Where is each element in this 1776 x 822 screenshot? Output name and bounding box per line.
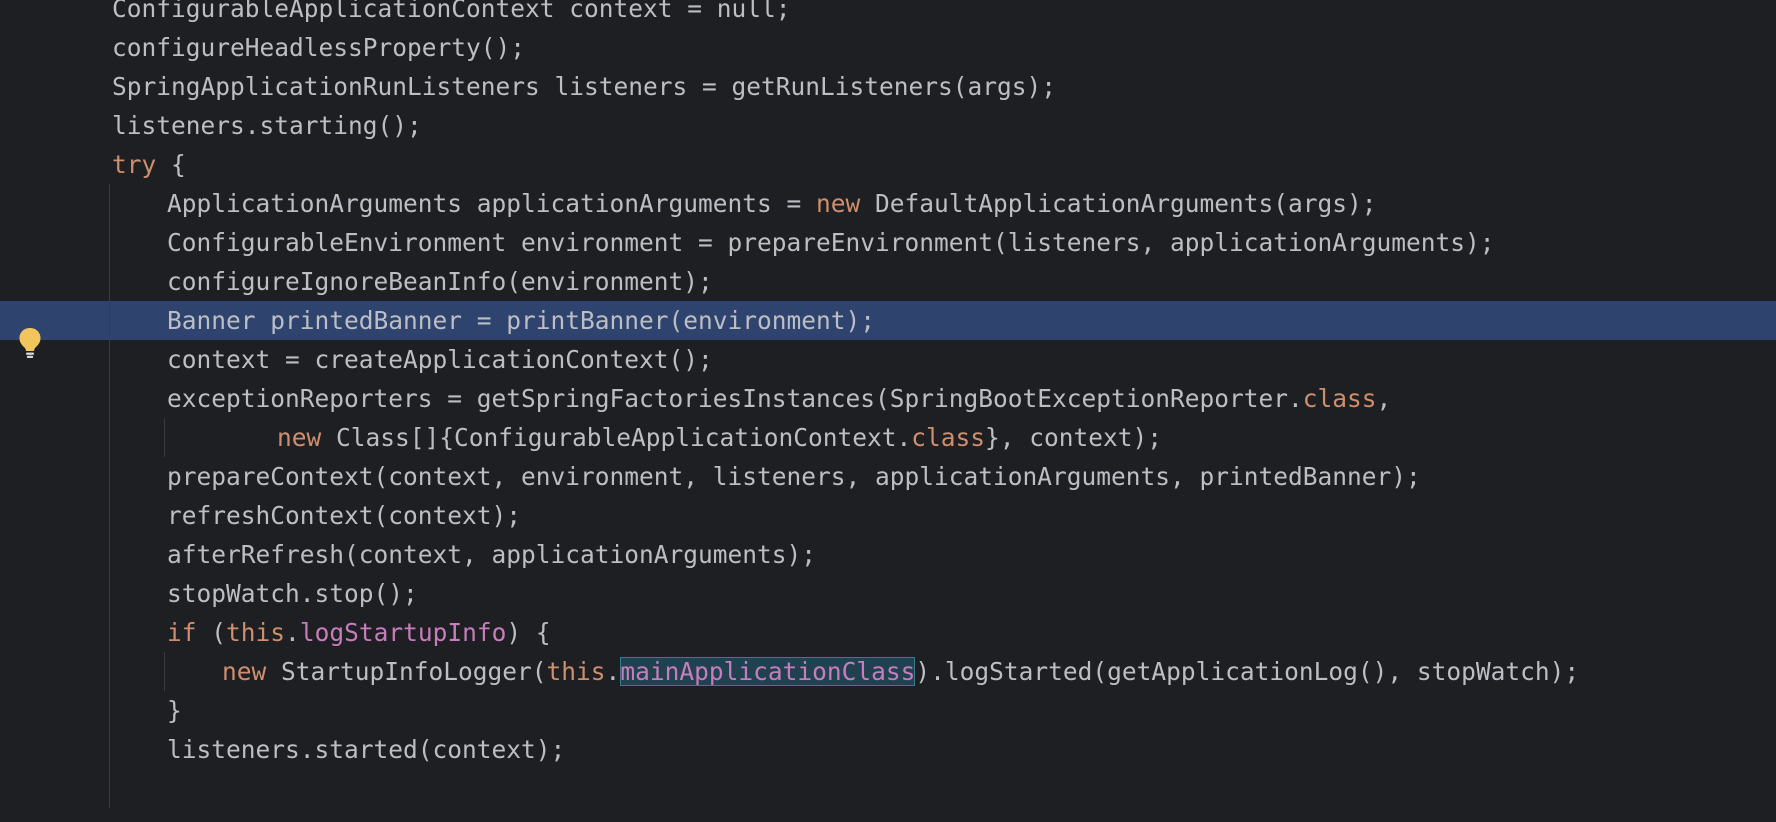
code-text: new StartupInfoLogger(this.mainApplicati… (222, 652, 1579, 691)
code-text: Banner printedBanner = printBanner(envir… (167, 301, 875, 340)
code-line[interactable]: try { (0, 145, 1776, 184)
code-line[interactable]: stopWatch.stop(); (0, 574, 1776, 613)
code-token: SpringApplicationRunListeners listeners … (112, 72, 1057, 101)
code-line[interactable]: prepareContext(context, environment, lis… (0, 457, 1776, 496)
code-token: } (167, 696, 182, 725)
code-token: Class[]{ConfigurableApplicationContext. (321, 423, 912, 452)
code-line[interactable]: ApplicationArguments applicationArgument… (0, 184, 1776, 223)
code-token: Banner printedBanner = printBanner(envir… (167, 306, 876, 335)
code-token: exceptionReporters = getSpringFactoriesI… (167, 384, 1303, 413)
code-token: refreshContext(context); (167, 501, 522, 530)
keyword-token: this (546, 657, 606, 686)
code-token: configureHeadlessProperty(); (112, 33, 526, 62)
code-token: ( (196, 618, 227, 647)
code-text: listeners.starting(); (112, 106, 422, 145)
lightbulb-icon[interactable] (18, 327, 42, 359)
selected-field-token: mainApplicationClass (620, 657, 916, 686)
code-editor[interactable]: ConfigurableApplicationContext context =… (0, 0, 1776, 822)
code-token: ) { (506, 618, 551, 647)
code-token: listeners.starting(); (112, 111, 422, 140)
code-line[interactable]: listeners.starting(); (0, 106, 1776, 145)
keyword-token: new (277, 423, 322, 452)
indent-guide (164, 418, 165, 457)
code-text: ConfigurableApplicationContext context =… (112, 0, 791, 28)
code-line[interactable]: new StartupInfoLogger(this.mainApplicati… (0, 652, 1776, 691)
keyword-token: new (222, 657, 267, 686)
code-token: ConfigurableEnvironment environment = pr… (167, 228, 1495, 257)
code-line[interactable]: } (0, 691, 1776, 730)
code-token: }, context); (985, 423, 1163, 452)
code-token: context = createApplicationContext(); (167, 345, 713, 374)
keyword-token: class (1302, 384, 1377, 413)
code-token: . (285, 618, 300, 647)
code-line[interactable]: if (this.logStartupInfo) { (0, 613, 1776, 652)
code-text: refreshContext(context); (167, 496, 521, 535)
code-token: stopWatch.stop(); (167, 579, 418, 608)
code-line[interactable]: new Class[]{ConfigurableApplicationConte… (0, 418, 1776, 457)
code-token: configureIgnoreBeanInfo(environment); (167, 267, 713, 296)
code-token: listeners.started(context); (167, 735, 566, 764)
code-text: } (167, 691, 182, 730)
code-token: ).logStarted(getApplicationLog(), stopWa… (915, 657, 1580, 686)
code-line[interactable]: exceptionReporters = getSpringFactoriesI… (0, 379, 1776, 418)
code-text: SpringApplicationRunListeners listeners … (112, 67, 1056, 106)
code-line[interactable]: configureIgnoreBeanInfo(environment); (0, 262, 1776, 301)
code-token: , (1376, 384, 1392, 413)
keyword-token: new (816, 189, 861, 218)
keyword-token: try (112, 150, 157, 179)
code-token: ApplicationArguments applicationArgument… (167, 189, 817, 218)
code-text: ConfigurableEnvironment environment = pr… (167, 223, 1495, 262)
field-token: logStartupInfo (299, 618, 507, 647)
code-token: { (156, 150, 186, 179)
code-text: configureIgnoreBeanInfo(environment); (167, 262, 713, 301)
code-text: ApplicationArguments applicationArgument… (167, 184, 1377, 223)
code-token: DefaultApplicationArguments(args); (860, 189, 1377, 218)
code-text: listeners.started(context); (167, 730, 565, 769)
code-text: exceptionReporters = getSpringFactoriesI… (167, 379, 1391, 418)
code-token: afterRefresh(context, applicationArgumen… (167, 540, 817, 569)
code-line[interactable]: refreshContext(context); (0, 496, 1776, 535)
code-line[interactable]: ConfigurableEnvironment environment = pr… (0, 223, 1776, 262)
code-text: try { (112, 145, 186, 184)
code-text: new Class[]{ConfigurableApplicationConte… (277, 418, 1162, 457)
code-token: ConfigurableApplicationContext context =… (112, 0, 791, 23)
code-line[interactable]: configureHeadlessProperty(); (0, 28, 1776, 67)
code-token: . (605, 657, 621, 686)
keyword-token: if (167, 618, 197, 647)
code-line[interactable]: context = createApplicationContext(); (0, 340, 1776, 379)
code-text: context = createApplicationContext(); (167, 340, 713, 379)
code-text: if (this.logStartupInfo) { (167, 613, 551, 652)
code-text: afterRefresh(context, applicationArgumen… (167, 535, 816, 574)
keyword-token: class (911, 423, 986, 452)
code-text: configureHeadlessProperty(); (112, 28, 525, 67)
code-line[interactable]: ConfigurableApplicationContext context =… (0, 0, 1776, 28)
code-text: prepareContext(context, environment, lis… (167, 457, 1421, 496)
code-token: StartupInfoLogger( (266, 657, 547, 686)
code-line[interactable]: listeners.started(context); (0, 730, 1776, 769)
keyword-token: this (226, 618, 286, 647)
code-text: stopWatch.stop(); (167, 574, 418, 613)
indent-guide (109, 184, 110, 808)
code-line-current[interactable]: Banner printedBanner = printBanner(envir… (0, 301, 1776, 340)
indent-guide (164, 652, 165, 691)
code-token: prepareContext(context, environment, lis… (167, 462, 1421, 491)
code-line[interactable]: SpringApplicationRunListeners listeners … (0, 67, 1776, 106)
code-line[interactable]: afterRefresh(context, applicationArgumen… (0, 535, 1776, 574)
